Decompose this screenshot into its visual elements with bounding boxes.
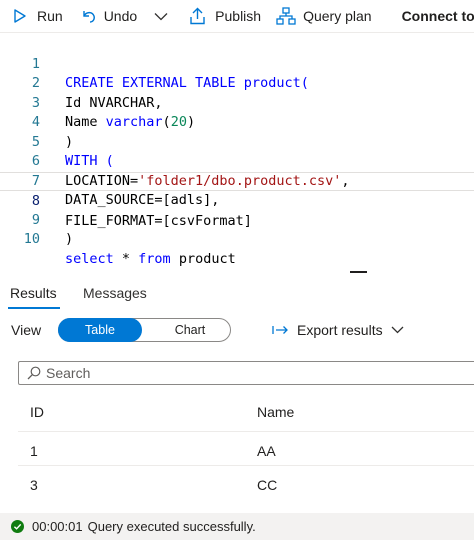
status-bar: 00:00:01 Query executed successfully. (0, 513, 474, 540)
chevron-down-icon (154, 12, 168, 20)
connect-to-label: Connect to (401, 8, 474, 24)
table-cell: 1 (30, 443, 38, 459)
view-toggle[interactable]: Table Chart (58, 318, 231, 342)
code-text: ) (65, 231, 74, 247)
query-plan-icon (276, 7, 296, 25)
status-message: Query executed successfully. (87, 519, 256, 534)
view-option-table[interactable]: Table (58, 318, 142, 342)
chevron-down-icon (391, 326, 404, 334)
search-icon (27, 366, 41, 380)
connect-to-button[interactable]: Connect to (402, 0, 474, 33)
search-box[interactable] (18, 361, 474, 385)
results-tabs: Results Messages (0, 276, 474, 310)
publish-icon (190, 7, 205, 25)
undo-icon (82, 11, 95, 23)
undo-label: Undo (103, 8, 138, 24)
undo-button[interactable]: Undo (80, 0, 137, 33)
run-button[interactable]: Run (14, 0, 63, 33)
tab-messages[interactable]: Messages (83, 285, 147, 301)
code-line[interactable]: 2 Id NVARCHAR, (0, 55, 474, 111)
sql-editor[interactable]: 1 CREATE EXTERNAL TABLE product( 2 Id NV… (0, 33, 474, 271)
code-text: select * from product (65, 250, 236, 267)
active-tab-indicator (8, 307, 60, 309)
play-icon (14, 9, 26, 23)
table-cell: 3 (30, 477, 38, 493)
table-cell: AA (257, 443, 276, 459)
status-elapsed-time: 00:00:01 (32, 519, 83, 534)
undo-dropdown-button[interactable] (154, 0, 168, 33)
column-header-name[interactable]: Name (257, 404, 294, 420)
success-check-icon (11, 520, 24, 533)
code-line[interactable]: 7 DATA_SOURCE=[adls], (0, 152, 474, 209)
line-number: 10 (23, 231, 40, 247)
view-label: View (11, 322, 42, 338)
pane-resize-handle[interactable] (350, 271, 367, 273)
code-line[interactable]: 4 ) (0, 94, 474, 150)
code-line[interactable]: 10 select * from product (0, 211, 474, 267)
code-line[interactable]: 9 ) (0, 191, 474, 248)
code-line[interactable]: 5 WITH ( (0, 113, 474, 170)
query-plan-label: Query plan (303, 8, 372, 24)
run-label: Run (37, 8, 63, 24)
query-plan-button[interactable]: Query plan (276, 0, 372, 33)
code-line-current[interactable]: 8 FILE_FORMAT=[csvFormat] (0, 171, 474, 229)
code-line[interactable]: 1 CREATE EXTERNAL TABLE product( (0, 35, 474, 92)
publish-label: Publish (215, 8, 262, 24)
export-arrow-icon (272, 326, 288, 334)
column-header-id[interactable]: ID (30, 404, 44, 420)
code-line[interactable]: 3 Name varchar(20) (0, 74, 474, 131)
table-row[interactable]: 3 CC (0, 466, 474, 504)
export-results-button[interactable]: Export results (272, 322, 404, 338)
table-cell: CC (257, 477, 278, 493)
table-header-row: ID Name (0, 393, 474, 431)
publish-button[interactable]: Publish (189, 0, 261, 33)
search-input[interactable] (46, 365, 446, 381)
code-line[interactable]: 6 LOCATION='folder1/dbo.product.csv', (0, 133, 474, 189)
export-results-label: Export results (297, 322, 383, 338)
toolbar: Run Undo Publish Query plan Connect to (0, 0, 474, 33)
view-option-chart[interactable]: Chart (149, 319, 231, 341)
tab-results[interactable]: Results (10, 285, 57, 301)
